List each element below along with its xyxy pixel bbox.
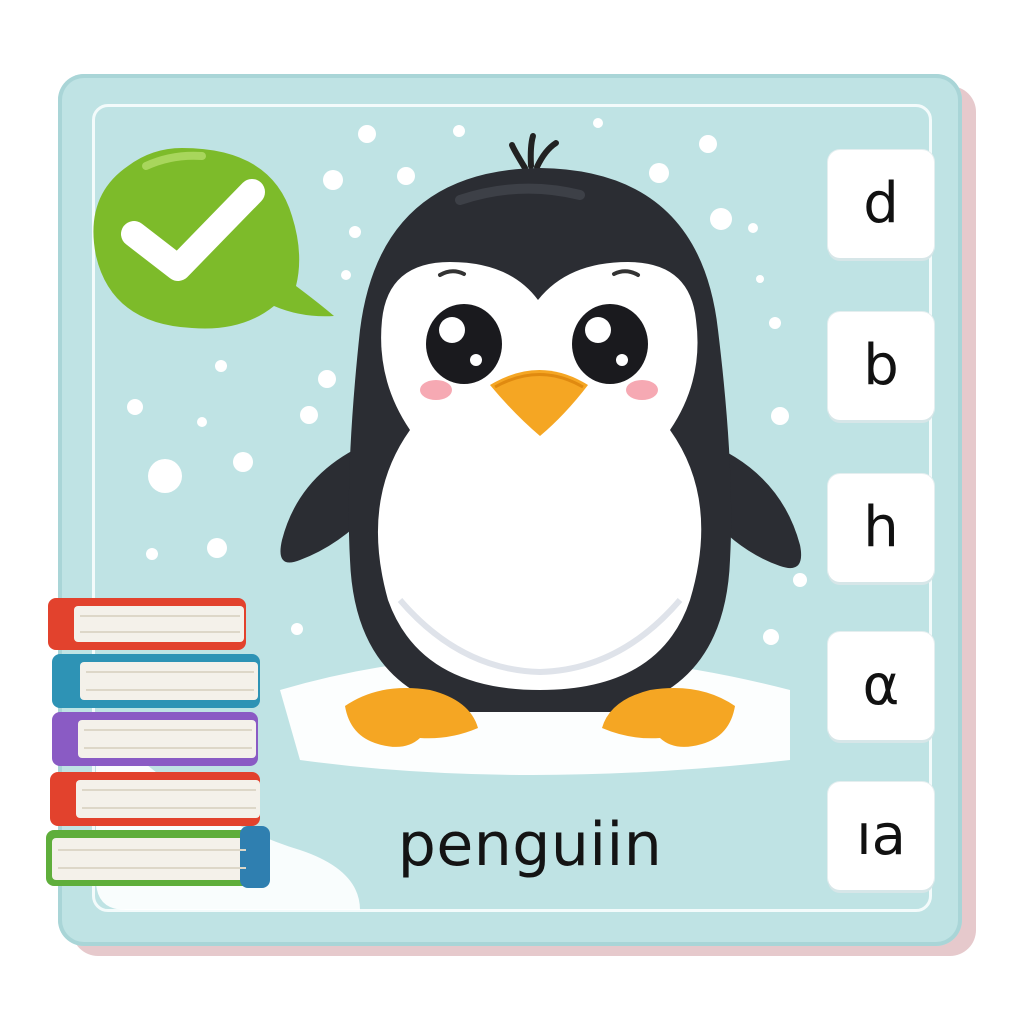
option-label: ıa <box>856 803 906 868</box>
option-label: b <box>863 333 899 398</box>
option-tile-h[interactable]: h <box>828 474 934 582</box>
option-label: α <box>862 653 900 718</box>
books-stack-icon <box>46 598 270 888</box>
option-tile-ia[interactable]: ıa <box>828 782 934 890</box>
option-tile-b[interactable]: b <box>828 312 934 420</box>
word-label: penguiin <box>397 810 663 880</box>
option-tile-d[interactable]: d <box>828 150 934 258</box>
check-icon <box>93 148 334 329</box>
option-label: h <box>863 495 899 560</box>
option-tile-alpha[interactable]: α <box>828 632 934 740</box>
option-label: d <box>863 171 899 236</box>
